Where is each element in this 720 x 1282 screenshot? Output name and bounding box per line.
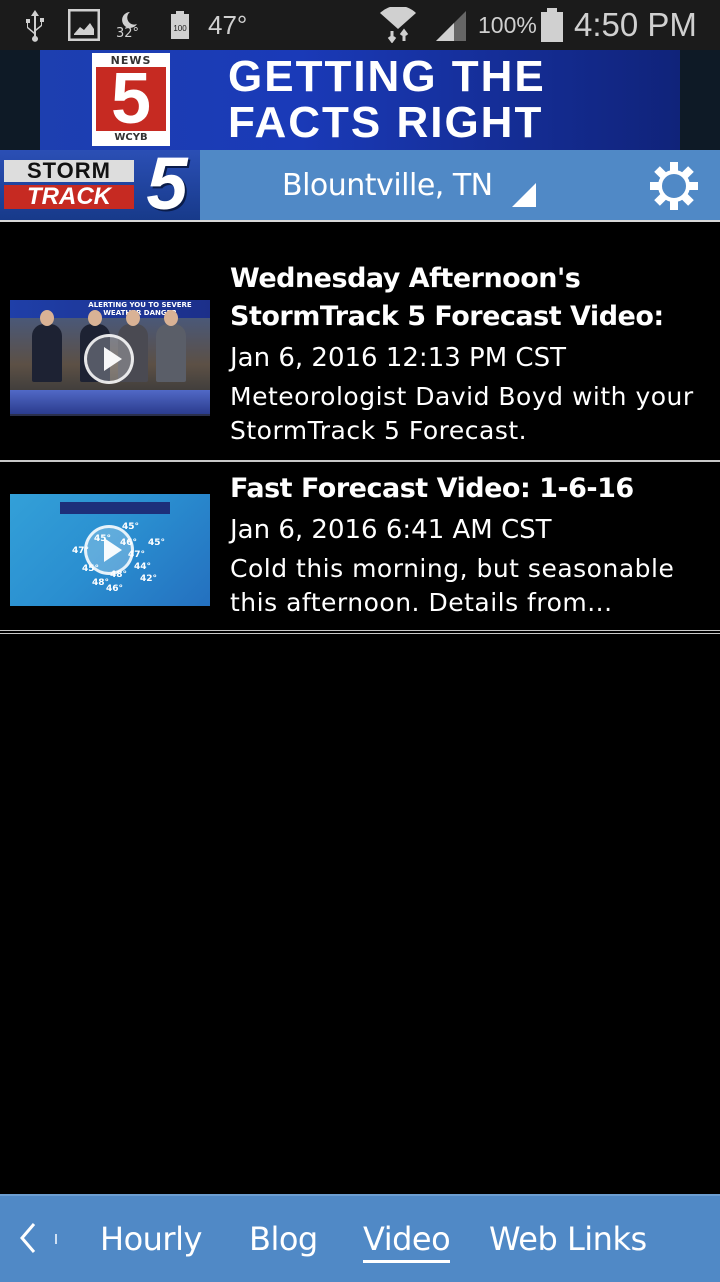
moon-icon: 32°	[116, 0, 139, 50]
list-divider	[0, 460, 720, 462]
temperature: 47°	[208, 9, 248, 40]
battery-badge-text: 100	[173, 24, 187, 33]
tab-label: Web Links	[489, 1220, 647, 1258]
video-title: Fast Forecast Video: 1-6-16	[230, 473, 634, 504]
video-info: Fast Forecast Video: 1-6-16 Jan 6, 2016 …	[230, 470, 710, 620]
video-list-item[interactable]: 45° 45° 46° 45° 47° 47° 44° 45° 48° 42° …	[0, 470, 720, 630]
play-icon[interactable]	[84, 334, 134, 384]
tab-video[interactable]: Video	[363, 1196, 451, 1282]
video-info: Wednesday Afternoon's StormTrack 5 Forec…	[230, 260, 710, 448]
wifi-icon	[378, 0, 418, 50]
logo-five-text: 5	[146, 142, 188, 225]
image-icon	[68, 0, 100, 50]
map-temp: 44°	[134, 562, 152, 572]
bottom-nav: Hourly Blog Video Web Links	[0, 1194, 720, 1282]
ad-banner[interactable]: NEWS 5 WCYB GETTING THE FACTS RIGHT	[40, 50, 680, 150]
video-thumbnail[interactable]: 45° 45° 46° 45° 47° 47° 44° 45° 48° 42° …	[10, 494, 210, 606]
gear-icon[interactable]	[648, 160, 700, 212]
stormtrack5-logo[interactable]: STORM TRACK 5	[0, 142, 200, 225]
video-thumbnail[interactable]: ALERTING YOU TO SEVERE WEATHER DANGER	[10, 300, 210, 416]
map-temp: 42°	[140, 574, 158, 584]
news5-logo: NEWS 5 WCYB	[92, 53, 170, 146]
anchor-figure	[32, 310, 62, 382]
signal-icon	[434, 0, 468, 50]
ad-headline: GETTING THE FACTS RIGHT	[228, 54, 546, 146]
video-list-item[interactable]: ALERTING YOU TO SEVERE WEATHER DANGER We…	[0, 260, 720, 460]
status-bar: 32° 100 47° 100% 4:50 PM	[0, 0, 720, 50]
video-date: Jan 6, 2016 12:13 PM CST	[230, 343, 566, 373]
tab-hourly[interactable]: Hourly	[100, 1196, 202, 1282]
ad-line-2: FACTS RIGHT	[228, 98, 544, 147]
ad-banner-container: NEWS 5 WCYB GETTING THE FACTS RIGHT	[0, 50, 720, 150]
dropdown-caret-icon[interactable]	[512, 183, 536, 207]
header-divider	[0, 220, 720, 222]
ad-line-1: GETTING THE	[228, 52, 546, 101]
location-selector[interactable]: Blountville, TN	[282, 150, 493, 220]
scroll-indicator	[55, 1234, 57, 1244]
tab-blog[interactable]: Blog	[249, 1196, 318, 1282]
tab-label: Blog	[249, 1220, 318, 1258]
map-temp: 45°	[148, 538, 166, 548]
video-date: Jan 6, 2016 6:41 AM CST	[230, 515, 552, 545]
night-temperature: 32°	[116, 26, 140, 41]
logo-number: 5	[96, 63, 166, 135]
tab-label: Hourly	[100, 1220, 202, 1258]
battery-percent: 100%	[478, 11, 537, 38]
logo-track-text: TRACK	[4, 185, 134, 209]
video-title: Wednesday Afternoon's StormTrack 5 Forec…	[230, 263, 664, 332]
list-divider	[0, 630, 720, 631]
thumbnail-banner	[60, 502, 170, 514]
tab-web-links[interactable]: Web Links	[489, 1196, 647, 1282]
anchor-figure	[156, 310, 186, 382]
list-divider	[0, 633, 720, 634]
usb-icon	[22, 0, 48, 50]
news-desk	[10, 390, 210, 414]
video-description: Cold this morning, but seasonable this a…	[230, 554, 675, 617]
video-description: Meteorologist David Boyd with your Storm…	[230, 382, 694, 445]
map-temp: 46°	[106, 584, 124, 594]
chevron-left-icon[interactable]	[14, 1218, 44, 1258]
app-header: STORM TRACK 5 Blountville, TN	[0, 142, 720, 225]
logo-storm-text: STORM	[4, 160, 134, 182]
play-icon[interactable]	[84, 525, 134, 575]
tab-label: Video	[363, 1220, 451, 1263]
clock: 4:50 PM	[574, 6, 697, 43]
battery-100-icon: 100	[170, 0, 190, 50]
battery-icon	[540, 0, 564, 50]
